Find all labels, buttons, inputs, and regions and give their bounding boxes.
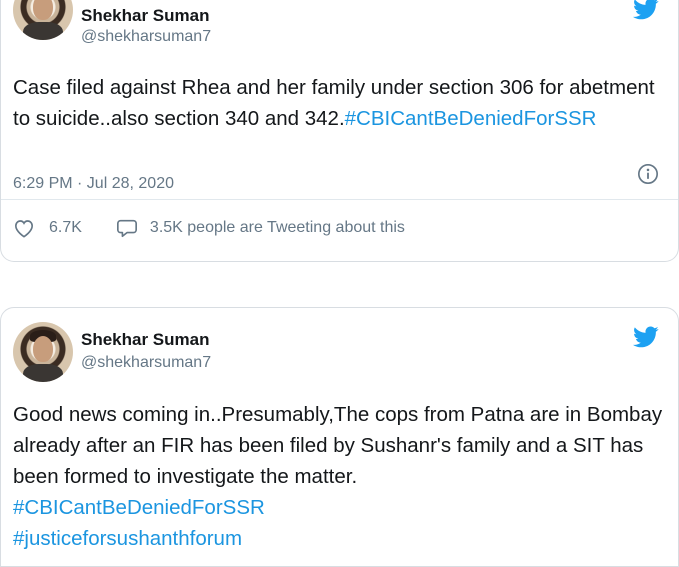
hashtag-link[interactable]: #justiceforsushanthforum (13, 527, 242, 550)
twitter-bird-icon[interactable] (631, 324, 661, 350)
speech-bubble-icon[interactable] (116, 217, 138, 239)
like-action[interactable]: 6.7K (13, 218, 82, 238)
hashtag-link[interactable]: #CBICantBeDeniedForSSR (13, 496, 265, 519)
like-count: 6.7K (49, 219, 82, 236)
tweet-card-2[interactable]: Shekhar Suman @shekharsuman7 Good news c… (0, 307, 679, 567)
author-name[interactable]: Shekhar Suman (81, 330, 210, 350)
divider (1, 199, 678, 200)
tweet-actions: 6.7K 3.5K people are Tweeting about this (13, 217, 405, 239)
author-name[interactable]: Shekhar Suman (81, 6, 210, 26)
author-handle[interactable]: @shekharsuman7 (81, 354, 211, 372)
tweet-body: Good news coming in..Presumably,The cops… (13, 403, 663, 488)
avatar[interactable] (13, 0, 73, 40)
twitter-bird-icon[interactable] (631, 0, 661, 22)
heart-icon[interactable] (13, 218, 35, 238)
tweet-card-1[interactable]: Shekhar Suman @shekharsuman7 Case filed … (0, 0, 679, 262)
tweet-timestamp[interactable]: 6:29 PM · Jul 28, 2020 (13, 175, 174, 193)
avatar[interactable] (13, 322, 73, 382)
tweet-text: Case filed against Rhea and her family u… (13, 72, 663, 134)
hashtag-link[interactable]: #CBICantBeDeniedForSSR (345, 107, 597, 130)
tweet-text: Good news coming in..Presumably,The cops… (13, 399, 663, 554)
author-handle[interactable]: @shekharsuman7 (81, 28, 211, 46)
reply-action[interactable]: 3.5K people are Tweeting about this (116, 217, 405, 239)
info-icon[interactable] (637, 163, 659, 185)
tweeting-about-link[interactable]: 3.5K people are Tweeting about this (150, 219, 405, 237)
